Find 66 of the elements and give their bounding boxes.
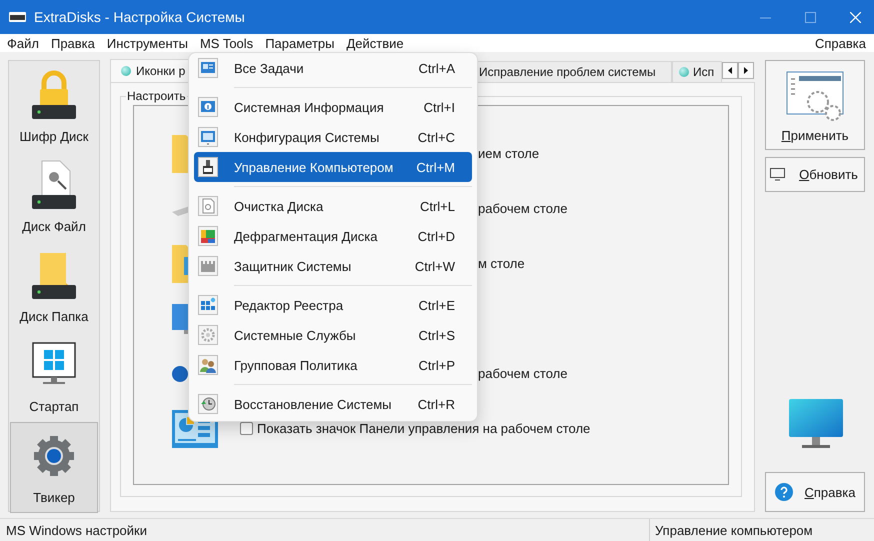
sidebar-item[interactable]: Твикер xyxy=(10,422,98,513)
globe-icon xyxy=(172,366,188,382)
refresh-button[interactable]: Обновить xyxy=(765,157,865,192)
sidebar-item[interactable]: Стартап xyxy=(9,331,99,421)
monitor-icon xyxy=(199,128,217,146)
gear-icon xyxy=(199,326,217,344)
menu-item[interactable]: Групповая Политика Ctrl+P xyxy=(194,350,472,380)
menu-item[interactable]: Восстановление Системы Ctrl+R xyxy=(194,389,472,419)
shortcut-label: Ctrl+S xyxy=(418,328,455,342)
help-icon xyxy=(774,483,792,501)
menu-item[interactable]: Действие xyxy=(340,36,410,50)
shortcut-label: Ctrl+L xyxy=(420,198,455,214)
file-drive-icon xyxy=(30,159,78,211)
shortcut-label: Ctrl+P xyxy=(418,358,455,372)
restore-icon xyxy=(199,395,217,413)
group-title: Настроить xyxy=(126,89,187,103)
monitor-icon xyxy=(788,398,844,450)
status-text: MS Windows настройки xyxy=(5,523,148,538)
menu-item[interactable]: Дефрагментация Диска Ctrl+D xyxy=(194,221,472,251)
menu-item[interactable]: Управление Компьютером Ctrl+M xyxy=(194,152,472,182)
menu-item[interactable]: Защитник Системы Ctrl+W xyxy=(194,251,472,281)
checkbox[interactable] xyxy=(240,422,253,435)
shortcut-label: Ctrl+D xyxy=(418,228,455,244)
users-icon xyxy=(199,356,217,374)
option-label: ием столе xyxy=(478,146,540,161)
apply-button[interactable]: Применить xyxy=(765,60,865,150)
sidebar-item[interactable]: Шифр Диск xyxy=(9,61,99,151)
tab[interactable]: Исп xyxy=(672,61,722,82)
menu-item[interactable]: MS Tools xyxy=(194,36,260,50)
settings-window-icon xyxy=(786,71,844,123)
option-label: рабочем столе xyxy=(478,366,568,381)
shortcut-label: Ctrl+E xyxy=(418,298,455,312)
menu-item[interactable]: Правка xyxy=(44,36,101,50)
lock-drive-icon xyxy=(30,69,78,121)
scroll-left-button[interactable] xyxy=(722,62,738,79)
menu-item[interactable]: Очистка Диска Ctrl+L xyxy=(194,191,472,221)
caret-right-icon xyxy=(744,67,748,74)
monitor-icon xyxy=(770,168,786,181)
option-label: рабочем столе xyxy=(478,201,568,216)
status-text: Управление компьютером xyxy=(649,519,813,541)
help-menu[interactable]: Справка xyxy=(809,36,874,50)
menu-item[interactable]: Системная Информация Ctrl+I xyxy=(194,92,472,122)
menu-item[interactable]: Инструменты xyxy=(100,36,194,50)
chart-icon xyxy=(199,227,217,245)
status-icon xyxy=(679,67,689,77)
menu-item[interactable]: Редактор Реестра Ctrl+E xyxy=(194,290,472,320)
sidebar-item[interactable]: Диск Файл xyxy=(9,151,99,241)
shortcut-label: Ctrl+I xyxy=(424,100,455,114)
help-button[interactable]: Справка xyxy=(765,472,865,512)
shortcut-label: Ctrl+W xyxy=(414,258,455,274)
close-icon[interactable] xyxy=(850,12,861,22)
status-icon xyxy=(121,66,131,76)
option-label: м столе xyxy=(478,256,525,271)
caret-left-icon xyxy=(728,67,732,74)
menu-item[interactable]: Файл xyxy=(1,36,45,50)
shortcut-label: Ctrl+M xyxy=(416,160,455,174)
sidebar-item[interactable]: Диск Папка xyxy=(9,241,99,331)
scroll-right-button[interactable] xyxy=(738,62,754,79)
app-icon xyxy=(9,12,26,22)
checkbox-label: Показать значок Панели управления на рабочем столе xyxy=(257,421,590,436)
menu-item[interactable]: Конфигурация Системы Ctrl+C xyxy=(194,122,472,152)
menu-item[interactable]: Параметры xyxy=(259,36,340,50)
shortcut-label: Ctrl+C xyxy=(418,130,455,144)
shortcut-label: Ctrl+R xyxy=(418,396,455,412)
window-title: ExtraDisks - Настройка Системы xyxy=(34,9,246,25)
menu-item[interactable]: Системные Службы Ctrl+S xyxy=(194,320,472,350)
